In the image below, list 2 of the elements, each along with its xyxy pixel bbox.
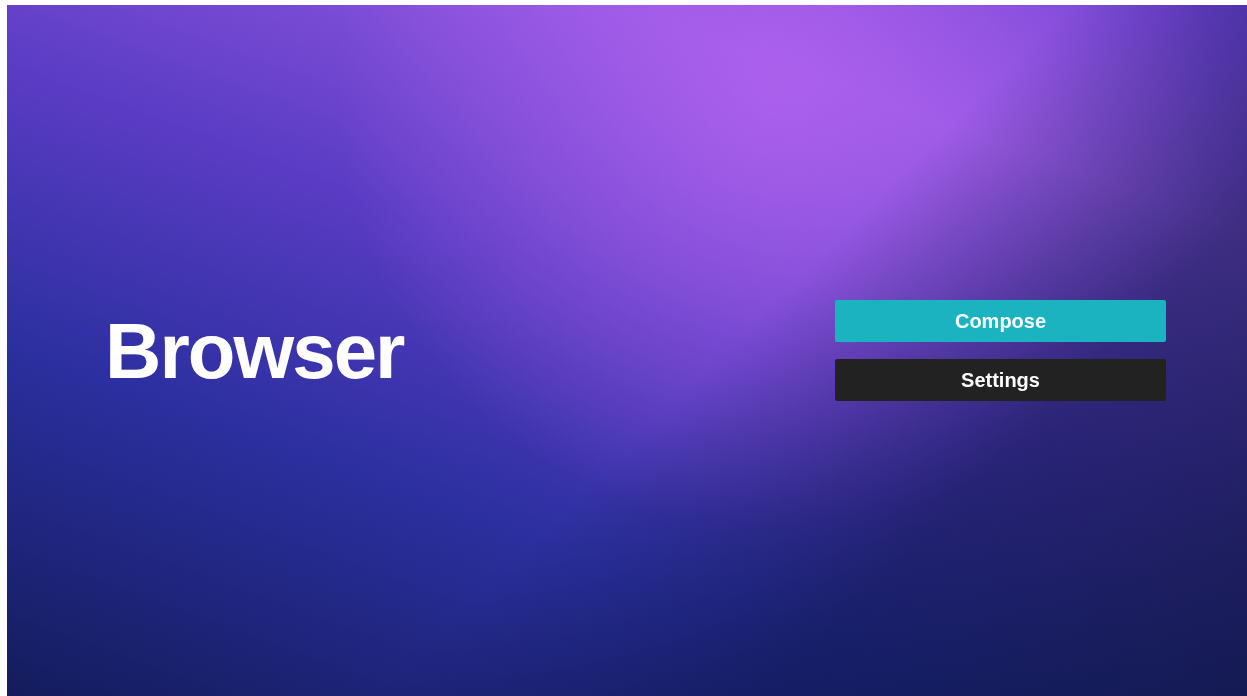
menu-button[interactable]: Settings xyxy=(835,359,1166,401)
app-title: Browser xyxy=(105,311,404,390)
